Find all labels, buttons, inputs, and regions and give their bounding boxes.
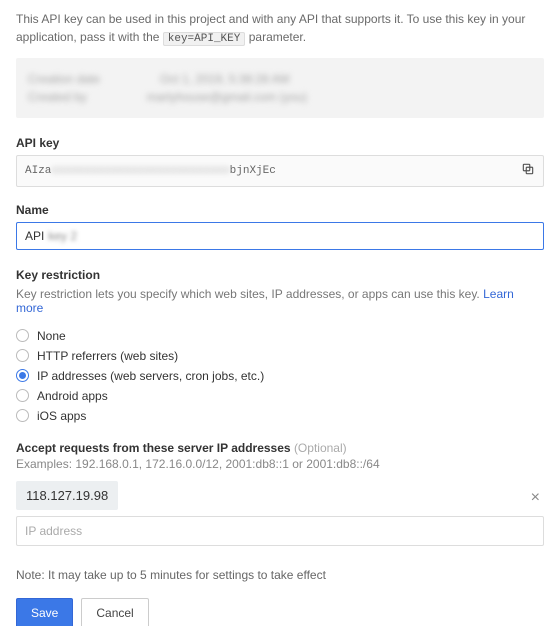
button-row: Save Cancel [16,598,544,626]
intro-text: This API key can be used in this project… [16,10,544,48]
intro-code: key=API_KEY [163,32,246,46]
restriction-help-text: Key restriction lets you specify which w… [16,287,483,301]
radio-label: IP addresses (web servers, cron jobs, et… [37,369,264,383]
api-key-field: AIzaxxxxxxxxxxxxxxxxxxxxxxxxxxxbjnXjEc [16,155,544,187]
propagation-note: Note: It may take up to 5 minutes for se… [16,568,544,582]
name-input[interactable]: API key 2 [16,222,544,250]
radio-label: iOS apps [37,409,86,423]
name-value-visible: API [25,229,44,243]
radio-dot-icon [16,409,29,422]
radio-dot-icon [16,329,29,342]
close-icon[interactable]: × [527,489,544,507]
ip-address-input[interactable] [16,516,544,546]
name-value-hidden: key 2 [48,229,77,243]
intro-part2: parameter. [249,30,306,44]
meta-created-date-label: Creation date [28,72,100,86]
meta-created-by-label: Created by [28,90,87,104]
ip-chip-row: 118.127.19.98 × [16,481,544,516]
radio-ios-apps[interactable]: iOS apps [16,409,544,423]
ip-section: Accept requests from these server IP add… [16,441,544,546]
radio-android-apps[interactable]: Android apps [16,389,544,403]
radio-dot-icon [16,349,29,362]
api-key-prefix: AIza [25,165,51,177]
cancel-button[interactable]: Cancel [81,598,148,626]
api-key-hidden: xxxxxxxxxxxxxxxxxxxxxxxxxxx [51,165,229,177]
radio-dot-icon [16,389,29,402]
radio-label: None [37,329,66,343]
ip-examples: Examples: 192.168.0.1, 172.16.0.0/12, 20… [16,457,544,471]
radio-label: Android apps [37,389,108,403]
radio-ip-addresses[interactable]: IP addresses (web servers, cron jobs, et… [16,369,544,383]
ip-heading: Accept requests from these server IP add… [16,441,291,455]
radio-label: HTTP referrers (web sites) [37,349,178,363]
api-key-value: AIzaxxxxxxxxxxxxxxxxxxxxxxxxxxxbjnXjEc [25,165,276,177]
content-copy-icon[interactable] [521,162,535,180]
ip-chip[interactable]: 118.127.19.98 [16,481,118,510]
ip-optional: (Optional) [294,441,347,455]
radio-http-referrers[interactable]: HTTP referrers (web sites) [16,349,544,363]
api-key-suffix: bjnXjEc [230,165,276,177]
radio-none[interactable]: None [16,329,544,343]
restriction-radio-group: None HTTP referrers (web sites) IP addre… [16,329,544,423]
radio-dot-selected-icon [16,369,29,382]
api-key-label: API key [16,136,544,150]
restriction-help: Key restriction lets you specify which w… [16,287,544,315]
meta-created-by-value: martyhouse@gmail.com (you) [147,90,307,104]
restriction-heading: Key restriction [16,268,544,282]
ip-chip-label: 118.127.19.98 [26,488,108,503]
meta-created-date-value: Oct 1, 2019, 5:38:28 AM [160,72,289,86]
name-label: Name [16,203,544,217]
save-button[interactable]: Save [16,598,73,626]
creation-meta-box: Creation date Oct 1, 2019, 5:38:28 AM Cr… [16,58,544,118]
